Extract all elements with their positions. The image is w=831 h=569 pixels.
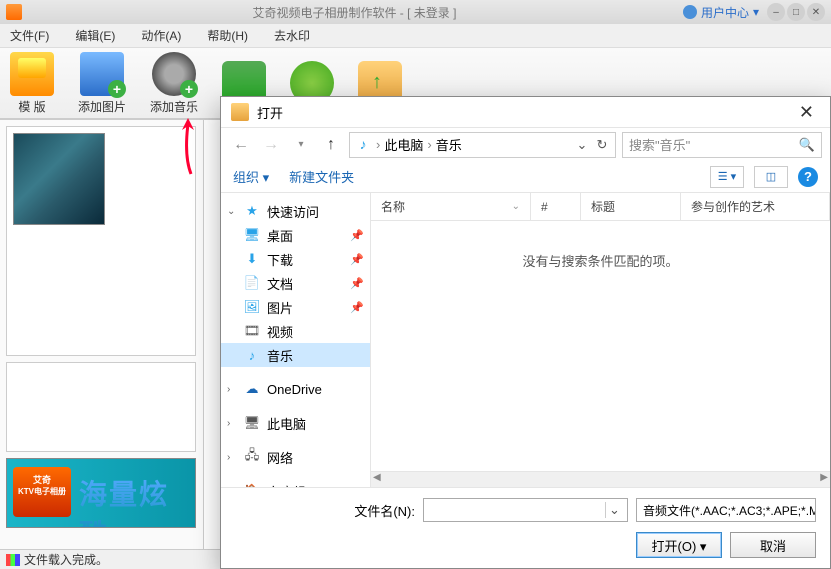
menu-watermark[interactable]: 去水印 — [274, 27, 310, 44]
col-name[interactable]: 名称⌄ — [371, 193, 531, 220]
menu-edit[interactable]: 编辑(E) — [75, 27, 115, 44]
horizontal-scrollbar[interactable] — [371, 471, 830, 487]
minimize-button[interactable]: – — [767, 3, 785, 21]
folder-icon — [231, 103, 249, 121]
preview-pane-button[interactable]: ◫ — [754, 166, 788, 188]
tool-add-music[interactable]: 添加音乐 — [150, 52, 198, 115]
dialog-footer: 文件名(N): ⌄ 音频文件(*.AAC;*.AC3;*.APE;*.M 打开(… — [221, 487, 830, 568]
tree-music[interactable]: ♪音乐 — [221, 343, 370, 367]
help-button[interactable]: ? — [798, 167, 818, 187]
tree-network[interactable]: ›🖧网络 — [221, 445, 370, 469]
organize-button[interactable]: 组织 ▾ — [233, 167, 269, 186]
dialog-body: ⌄★快速访问 🖥桌面📌 ⬇下载📌 📄文档📌 🖼图片📌 🎞视频 ♪音乐 ›☁One… — [221, 193, 830, 487]
menu-file[interactable]: 文件(F) — [10, 27, 49, 44]
add-music-icon — [152, 52, 196, 96]
app-icon — [6, 4, 22, 20]
status-text: 文件载入完成。 — [24, 551, 108, 568]
maximize-button[interactable]: □ — [787, 3, 805, 21]
add-image-icon — [80, 52, 124, 96]
tree-quick-access[interactable]: ⌄★快速访问 — [221, 199, 370, 223]
dialog-close-button[interactable]: ✕ — [793, 102, 820, 123]
filename-dropdown-icon[interactable]: ⌄ — [605, 502, 623, 518]
search-input[interactable]: 搜索"音乐" 🔍 — [622, 132, 822, 158]
breadcrumb[interactable]: ♪ › 此电脑 › 音乐 ⌄ ↻ — [349, 132, 616, 158]
left-panel: 艾奇 KTV电子相册 海量炫酷 — [0, 120, 204, 549]
tool-add-image[interactable]: 添加图片 — [78, 52, 126, 115]
breadcrumb-refresh[interactable]: ↻ — [593, 137, 611, 153]
banner-ktv-box: 艾奇 KTV电子相册 — [13, 467, 71, 517]
tree-onedrive[interactable]: ›☁OneDrive — [221, 377, 370, 401]
search-icon: 🔍 — [799, 137, 815, 153]
dropdown-icon: ▾ — [753, 5, 759, 19]
music-path-icon: ♪ — [354, 136, 372, 154]
menu-action[interactable]: 动作(A) — [141, 27, 181, 44]
nav-back-button[interactable]: ← — [229, 133, 253, 157]
middle-panel — [6, 362, 196, 452]
banner[interactable]: 艾奇 KTV电子相册 海量炫酷 — [6, 458, 196, 528]
filetype-select[interactable]: 音频文件(*.AAC;*.AC3;*.APE;*.M — [636, 498, 816, 522]
nav-recent-button[interactable]: ▾ — [289, 133, 313, 157]
view-mode-button[interactable]: ☰ ▾ — [710, 166, 744, 188]
breadcrumb-pc[interactable]: 此电脑 — [384, 135, 423, 154]
tool-template[interactable]: 模 版 — [10, 52, 54, 115]
new-folder-button[interactable]: 新建文件夹 — [289, 167, 354, 186]
tree-homegroup[interactable]: ›🏠家庭组 — [221, 479, 370, 487]
titlebar: 艾奇视频电子相册制作软件 - [ 未登录 ] 用户中心 ▾ – □ ✕ — [0, 0, 831, 24]
search-placeholder: 搜索"音乐" — [629, 135, 690, 154]
filename-label: 文件名(N): — [235, 501, 415, 520]
banner-text: 海量炫酷 — [79, 473, 195, 528]
status-icon — [6, 554, 20, 566]
close-button[interactable]: ✕ — [807, 3, 825, 21]
cancel-button[interactable]: 取消 — [730, 532, 816, 558]
empty-message: 没有与搜索条件匹配的项。 — [371, 221, 830, 471]
breadcrumb-dropdown[interactable]: ⌄ — [573, 137, 591, 153]
menu-help[interactable]: 帮助(H) — [207, 27, 248, 44]
tree-desktop[interactable]: 🖥桌面📌 — [221, 223, 370, 247]
thumbnail-list — [6, 126, 196, 356]
user-center-link[interactable]: 用户中心 ▾ — [683, 4, 759, 21]
file-list-header: 名称⌄ # 标题 参与创作的艺术 — [371, 193, 830, 221]
tree-downloads[interactable]: ⬇下载📌 — [221, 247, 370, 271]
filename-input[interactable]: ⌄ — [423, 498, 628, 522]
file-list-panel: 名称⌄ # 标题 参与创作的艺术 没有与搜索条件匹配的项。 — [371, 193, 830, 487]
col-title[interactable]: 标题 — [581, 193, 681, 220]
breadcrumb-music[interactable]: 音乐 — [436, 135, 462, 154]
tree-this-pc[interactable]: ›🖥此电脑 — [221, 411, 370, 435]
col-artist[interactable]: 参与创作的艺术 — [681, 193, 830, 220]
chevron-icon: › — [427, 137, 431, 152]
nav-up-button[interactable]: ↑ — [319, 133, 343, 157]
user-icon — [683, 5, 697, 19]
open-button[interactable]: 打开(O) ▾ — [636, 532, 722, 558]
tree-panel: ⌄★快速访问 🖥桌面📌 ⬇下载📌 📄文档📌 🖼图片📌 🎞视频 ♪音乐 ›☁One… — [221, 193, 371, 487]
tree-videos[interactable]: 🎞视频 — [221, 319, 370, 343]
app-title: 艾奇视频电子相册制作软件 - [ 未登录 ] — [26, 4, 683, 21]
tree-pictures[interactable]: 🖼图片📌 — [221, 295, 370, 319]
dialog-toolbar: 组织 ▾ 新建文件夹 ☰ ▾ ◫ ? — [221, 161, 830, 193]
open-file-dialog: 打开 ✕ ← → ▾ ↑ ♪ › 此电脑 › 音乐 ⌄ ↻ 搜索"音乐" 🔍 组… — [220, 96, 831, 569]
dialog-nav: ← → ▾ ↑ ♪ › 此电脑 › 音乐 ⌄ ↻ 搜索"音乐" 🔍 — [221, 127, 830, 161]
col-number[interactable]: # — [531, 193, 581, 220]
nav-forward-button[interactable]: → — [259, 133, 283, 157]
menubar: 文件(F) 编辑(E) 动作(A) 帮助(H) 去水印 — [0, 24, 831, 48]
chevron-icon: › — [376, 137, 380, 152]
dialog-title: 打开 — [257, 103, 283, 122]
thumbnail-item[interactable] — [13, 133, 105, 225]
tree-documents[interactable]: 📄文档📌 — [221, 271, 370, 295]
template-icon — [10, 52, 54, 96]
dialog-titlebar: 打开 ✕ — [221, 97, 830, 127]
